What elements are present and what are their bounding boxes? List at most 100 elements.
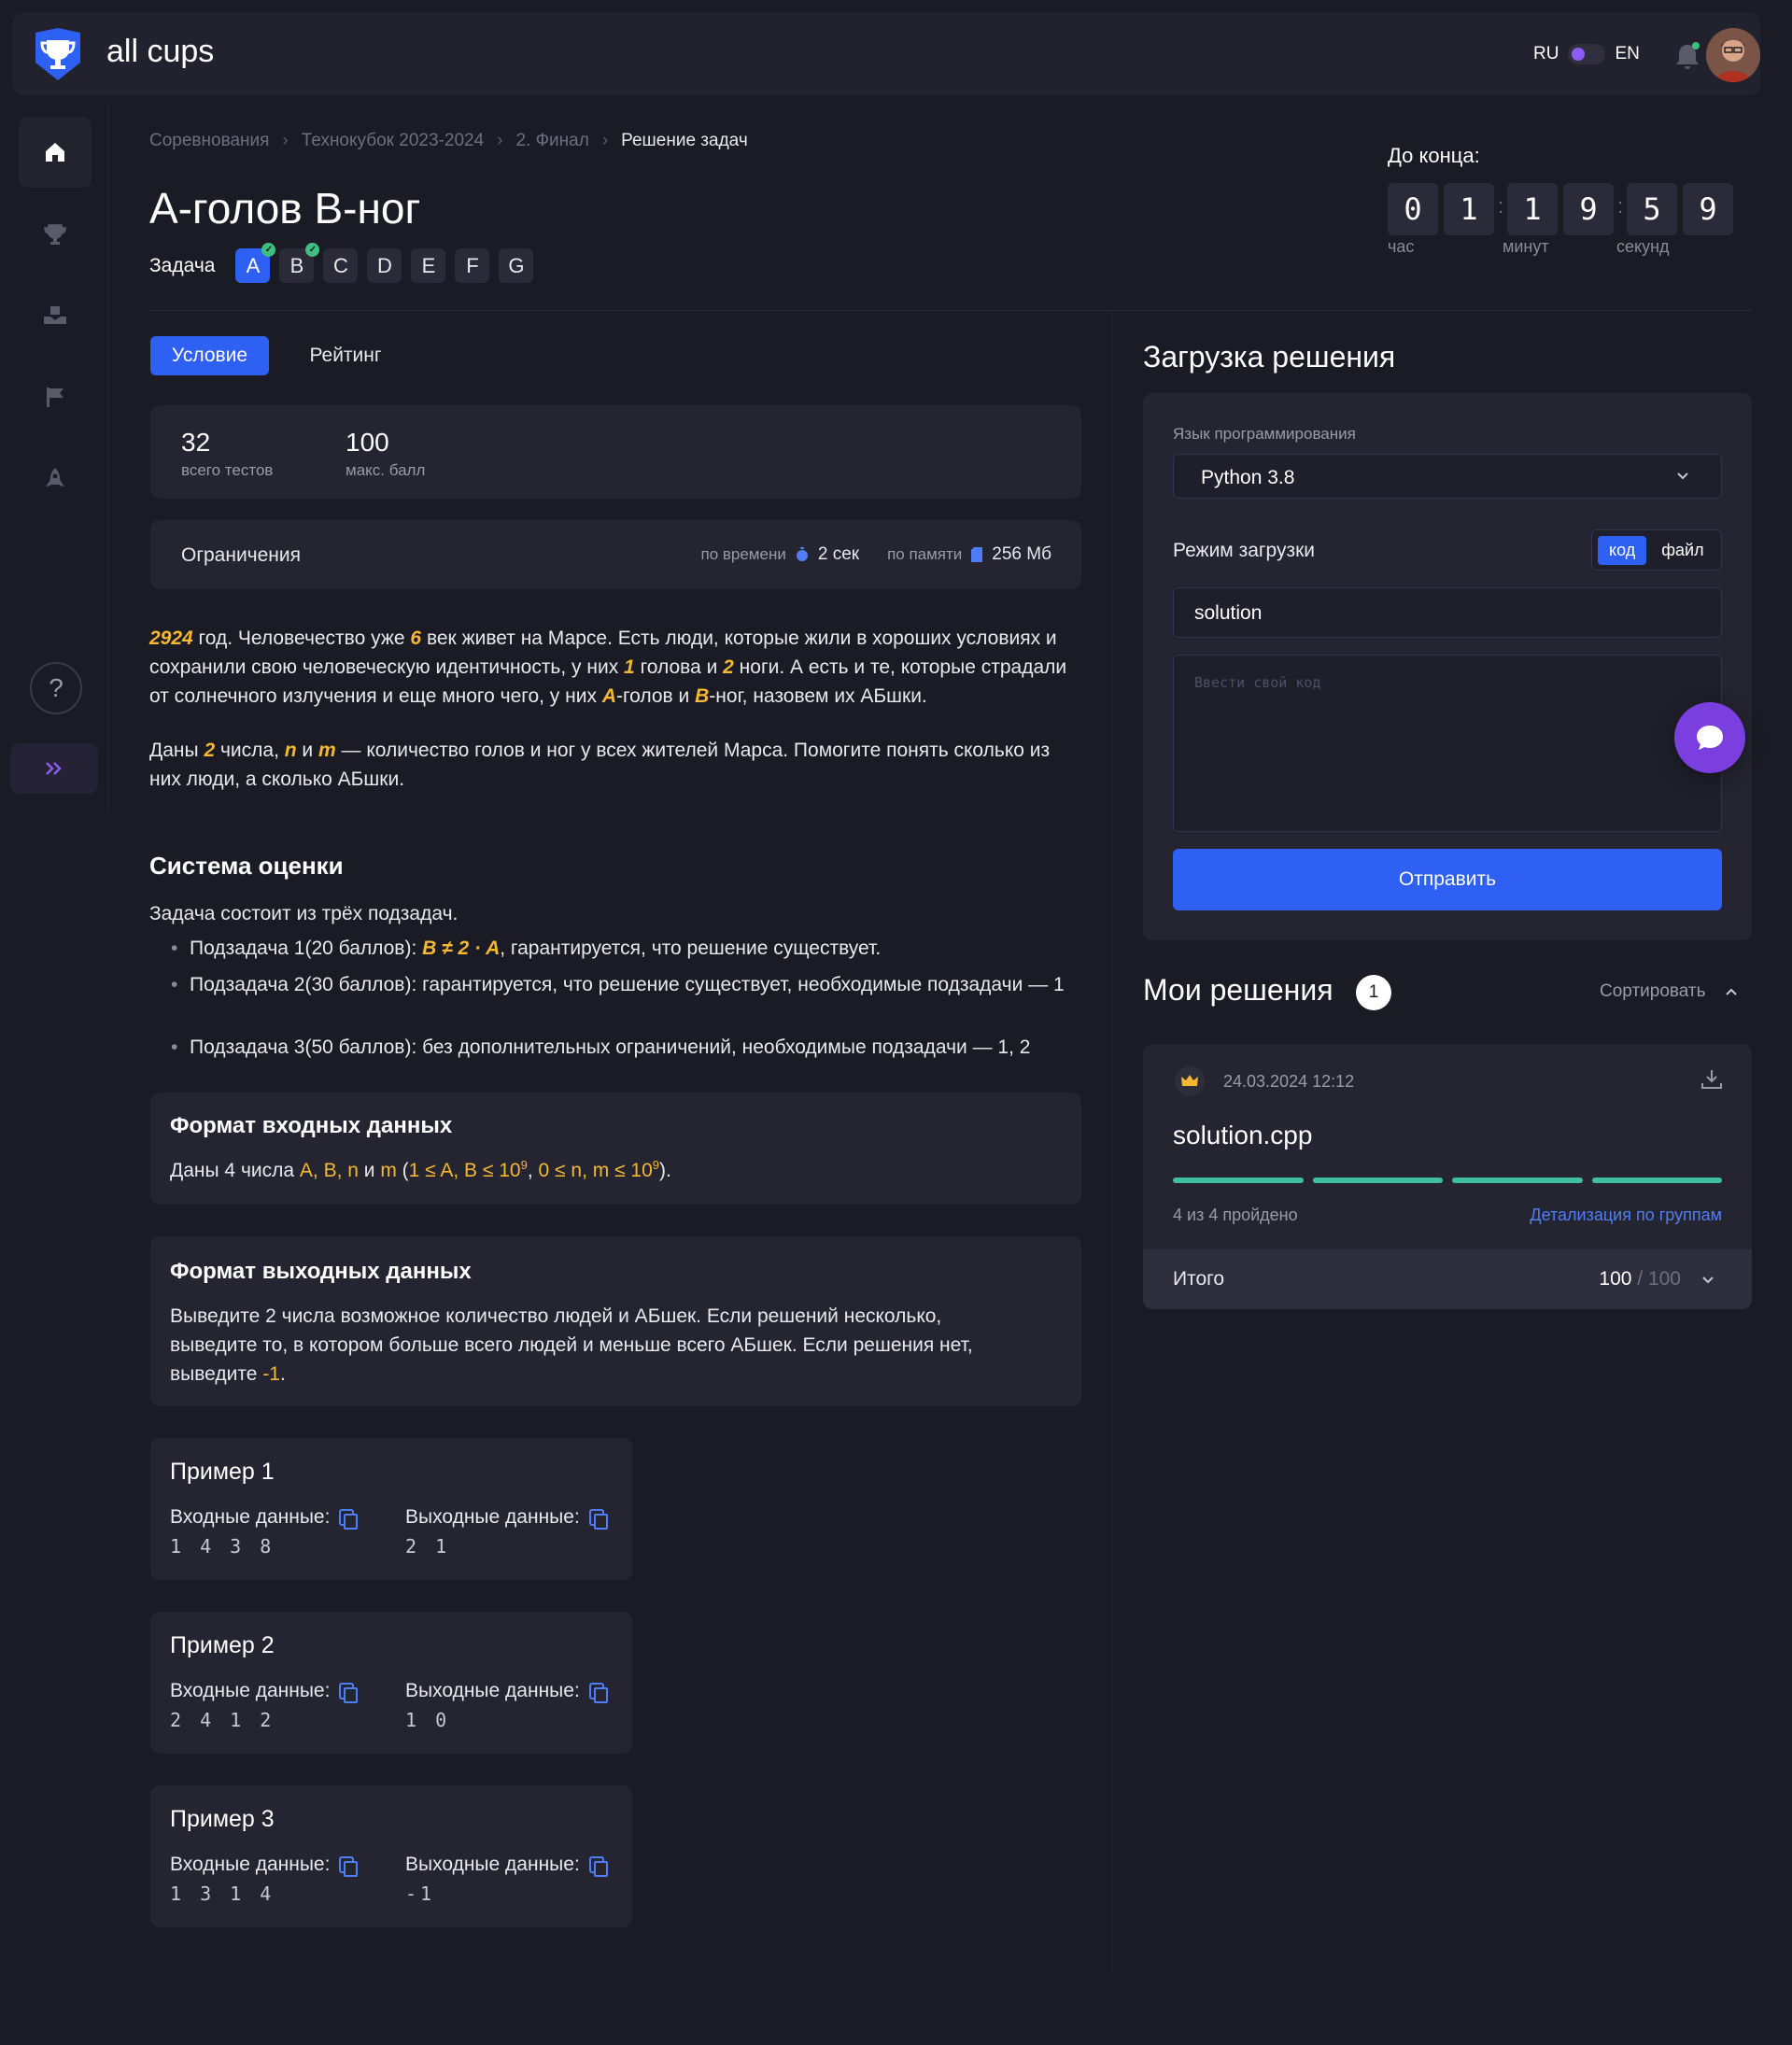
sidebar-item-events[interactable] bbox=[19, 361, 92, 432]
timer-unit-seconds: секунд bbox=[1616, 237, 1670, 256]
memory-icon bbox=[971, 547, 983, 562]
chat-button[interactable] bbox=[1674, 702, 1745, 773]
limits-card: Ограничения по времени 2 сек по памяти 2… bbox=[150, 520, 1081, 589]
home-icon bbox=[46, 143, 64, 162]
tests-passed: 4 из 4 пройдено bbox=[1173, 1206, 1298, 1224]
subtask-2: Подзадача 2(30 баллов): гарантируется, ч… bbox=[171, 971, 1077, 999]
all-cups-logo-icon[interactable] bbox=[32, 27, 84, 81]
upload-mode-label: Режим загрузки bbox=[1173, 540, 1316, 561]
grading-intro: Задача состоит из трёх подзадач. bbox=[149, 903, 459, 924]
tab-statement[interactable]: Условие bbox=[150, 336, 269, 375]
language-select[interactable]: Python 3.8 bbox=[1173, 454, 1722, 499]
top-bar: all cups RU EN bbox=[13, 13, 1760, 95]
group-details-link[interactable]: Детализация по группам bbox=[1530, 1206, 1722, 1225]
brand-name[interactable]: all cups bbox=[106, 34, 214, 70]
language-toggle[interactable] bbox=[1568, 44, 1606, 64]
chat-bubble-icon bbox=[1697, 726, 1723, 750]
example-card: Пример 2 Входные данные: Выходные данные… bbox=[150, 1612, 632, 1754]
task-button-d[interactable]: D bbox=[367, 248, 402, 283]
copy-icon[interactable] bbox=[339, 1856, 359, 1878]
breadcrumb-item[interactable]: Соревнования bbox=[149, 131, 269, 151]
submit-button[interactable]: Отправить bbox=[1173, 849, 1722, 910]
tab-rating[interactable]: Рейтинг bbox=[289, 336, 402, 375]
solution-date: 24.03.2024 12:12 bbox=[1223, 1072, 1355, 1091]
sidebar-item-projects[interactable] bbox=[19, 444, 92, 515]
copy-icon[interactable] bbox=[588, 1856, 608, 1878]
subtask-3: Подзадача 3(50 баллов): без дополнительн… bbox=[171, 1034, 1077, 1062]
task-button-f[interactable]: F bbox=[455, 248, 490, 283]
task-button-e[interactable]: E bbox=[411, 248, 446, 283]
check-icon: ✓ bbox=[261, 243, 276, 257]
timer-digit: 1 bbox=[1444, 183, 1494, 235]
task-label: Задача bbox=[149, 254, 216, 276]
total-score: 100 / 100 bbox=[1599, 1268, 1681, 1290]
tests-count: 32 bbox=[181, 428, 211, 457]
example-output: 1 0 bbox=[405, 1709, 451, 1731]
help-button[interactable]: ? bbox=[30, 662, 82, 714]
tests-label: всего тестов bbox=[181, 461, 274, 479]
filename-input[interactable]: solution bbox=[1173, 587, 1722, 638]
limits-title: Ограничения bbox=[181, 544, 301, 566]
download-icon[interactable] bbox=[1700, 1068, 1724, 1091]
example-title: Пример 1 bbox=[170, 1459, 275, 1485]
chevron-right-icon: › bbox=[282, 131, 289, 150]
user-avatar[interactable] bbox=[1706, 28, 1760, 82]
chevron-right-icon: › bbox=[601, 131, 609, 150]
copy-icon[interactable] bbox=[339, 1509, 359, 1530]
max-score: 100 bbox=[346, 428, 389, 457]
example-output: 2 1 bbox=[405, 1535, 451, 1558]
group-progress-bar bbox=[1452, 1178, 1583, 1183]
sort-label: Сортировать bbox=[1600, 981, 1706, 1001]
my-solutions-title: Мои решения bbox=[1143, 973, 1333, 1007]
example-output-label: Выходные данные: bbox=[405, 1506, 608, 1530]
chevron-double-right-icon bbox=[46, 762, 62, 775]
lang-en[interactable]: EN bbox=[1615, 44, 1639, 64]
upload-title: Загрузка решения bbox=[1143, 340, 1396, 374]
language-switch[interactable]: RU EN bbox=[1533, 44, 1640, 64]
task-button-c[interactable]: C bbox=[323, 248, 359, 283]
time-limit-value: 2 сек bbox=[817, 544, 860, 564]
input-format-text: Даны 4 числа A, B, n и m (1 ≤ A, B ≤ 109… bbox=[170, 1158, 671, 1181]
solutions-count-badge: 1 bbox=[1356, 975, 1391, 1010]
bell-icon[interactable] bbox=[1673, 41, 1701, 71]
box-hand-icon bbox=[44, 306, 66, 324]
example-output-label: Выходные данные: bbox=[405, 1680, 608, 1704]
input-format-title: Формат входных данных bbox=[170, 1113, 453, 1138]
language-value: Python 3.8 bbox=[1201, 467, 1295, 488]
sort-button[interactable]: Сортировать bbox=[1600, 981, 1738, 1002]
breadcrumb: Соревнования › Технокубок 2023-2024 › 2.… bbox=[149, 131, 748, 151]
task-button-b[interactable]: B ✓ bbox=[279, 243, 320, 283]
timer-digit: 5 bbox=[1627, 183, 1677, 235]
solution-card: 24.03.2024 12:12 solution.cpp 4 из 4 про… bbox=[1143, 1044, 1752, 1309]
page-title: А-голов В-ног bbox=[149, 184, 421, 233]
example-input: 1 3 1 4 bbox=[170, 1883, 275, 1905]
task-selector: Задача A ✓ B ✓ C D E F G bbox=[149, 243, 534, 283]
sidebar-expand-button[interactable] bbox=[10, 743, 98, 794]
max-score-label: макс. балл bbox=[346, 461, 426, 479]
sidebar-item-education[interactable] bbox=[19, 280, 92, 351]
mode-file-button[interactable]: файл bbox=[1654, 536, 1711, 565]
sidebar-item-contests[interactable] bbox=[19, 199, 92, 270]
copy-icon[interactable] bbox=[588, 1509, 608, 1530]
solution-filename[interactable]: solution.cpp bbox=[1173, 1121, 1312, 1150]
column-divider bbox=[1111, 312, 1112, 1974]
example-input-label: Входные данные: bbox=[170, 1680, 359, 1704]
copy-icon[interactable] bbox=[588, 1683, 608, 1704]
sidebar-divider bbox=[108, 103, 109, 812]
breadcrumb-item[interactable]: 2. Финал bbox=[515, 131, 588, 151]
copy-icon[interactable] bbox=[339, 1683, 359, 1704]
code-editor[interactable]: Ввести свой код bbox=[1173, 655, 1722, 832]
breadcrumb-item[interactable]: Технокубок 2023-2024 bbox=[302, 131, 484, 151]
timer-unit-hours: час bbox=[1388, 237, 1415, 256]
grading-title: Система оценки bbox=[149, 852, 344, 880]
task-button-g[interactable]: G bbox=[499, 248, 534, 283]
task-button-a[interactable]: A ✓ bbox=[235, 243, 276, 283]
code-placeholder: Ввести свой код bbox=[1194, 674, 1321, 691]
lang-ru[interactable]: RU bbox=[1533, 44, 1559, 64]
sidebar-item-home[interactable] bbox=[19, 117, 92, 188]
trophy-icon bbox=[44, 224, 66, 245]
mode-code-button[interactable]: код bbox=[1598, 535, 1647, 565]
timer-digit: 0 bbox=[1388, 183, 1438, 235]
total-row[interactable]: Итого 100 / 100 bbox=[1143, 1249, 1752, 1309]
timer-colon: : bbox=[1498, 194, 1504, 218]
